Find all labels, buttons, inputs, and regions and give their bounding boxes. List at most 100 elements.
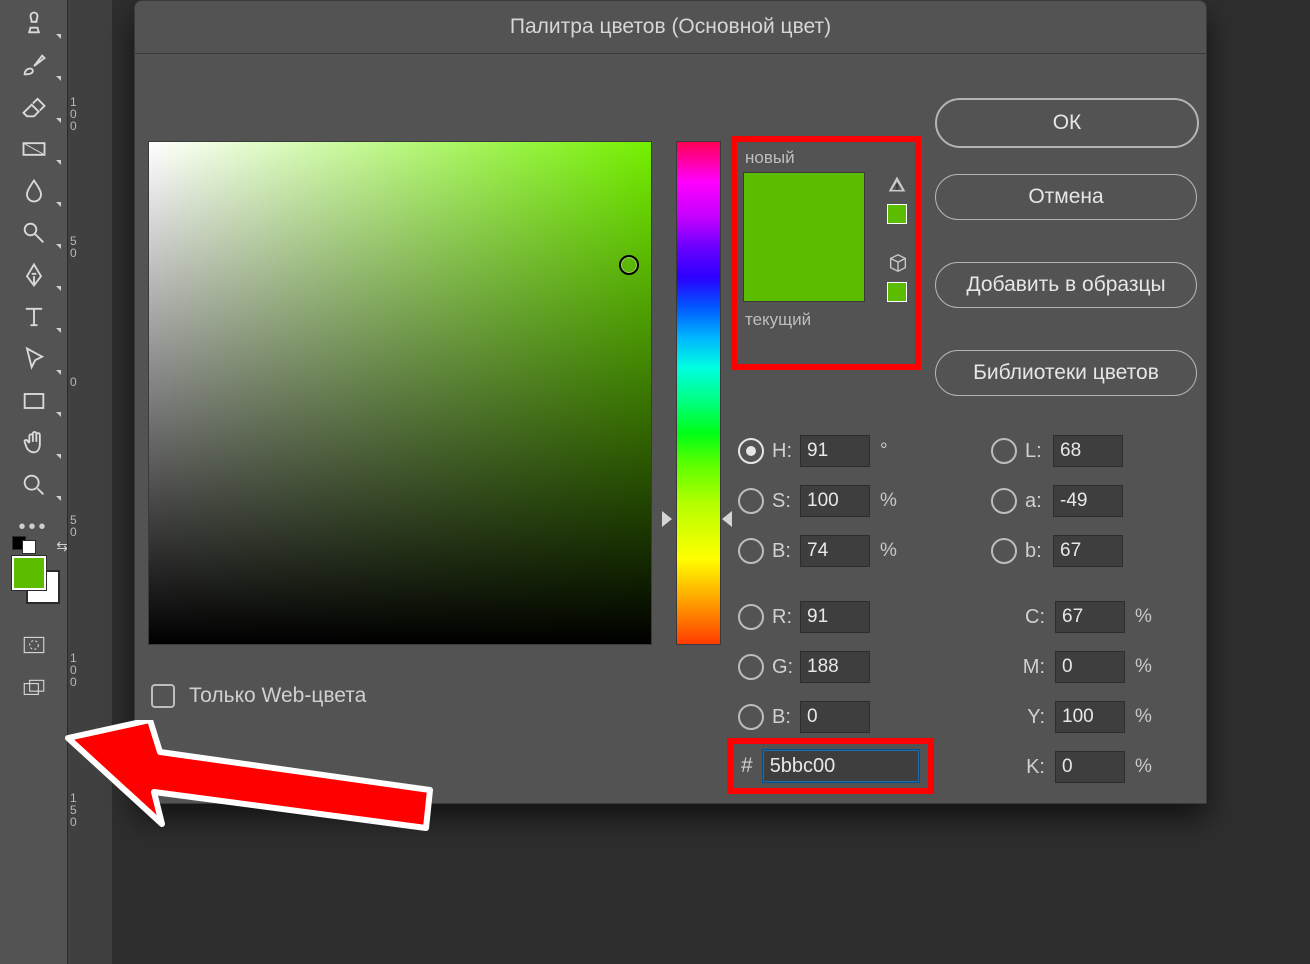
rectangle-icon	[20, 387, 48, 415]
brightness-row: B: %	[738, 534, 897, 568]
eraser-icon	[20, 93, 48, 121]
hue-label: H:	[772, 440, 800, 463]
green-label: G:	[772, 656, 800, 679]
drop-icon	[20, 177, 48, 205]
cyan-row: C:%	[1015, 600, 1152, 634]
a-label: a:	[1025, 490, 1053, 513]
blue-radio[interactable]	[738, 704, 764, 730]
green-radio[interactable]	[738, 654, 764, 680]
color-libraries-button[interactable]: Библиотеки цветов	[935, 350, 1197, 396]
green-row: G:	[738, 650, 870, 684]
saturation-radio[interactable]	[738, 488, 764, 514]
screenmode-tool[interactable]	[15, 670, 53, 708]
hand-icon	[20, 429, 48, 457]
quickmask-icon	[21, 632, 47, 658]
path-select-tool[interactable]	[15, 340, 53, 378]
type-icon	[20, 303, 48, 331]
eraser-tool[interactable]	[15, 88, 53, 126]
a-row: a:	[991, 484, 1123, 518]
color-swatches: ⇆	[12, 552, 56, 592]
dodge-tool[interactable]	[15, 214, 53, 252]
vertical-ruler: 100 50 0 50 100 150	[67, 0, 114, 964]
lollipop-icon	[20, 219, 48, 247]
l-label: L:	[1025, 440, 1053, 463]
red-row: R:	[738, 600, 870, 634]
lab-b-row: b:	[991, 534, 1123, 568]
screens-icon	[21, 676, 47, 702]
brightness-radio[interactable]	[738, 538, 764, 564]
hue-unit: °	[880, 440, 888, 462]
color-preview	[743, 172, 865, 302]
color-picker-dialog: Палитра цветов (Основной цвет) новый тек…	[134, 0, 1207, 804]
websafe-warning-icon[interactable]	[887, 252, 909, 274]
default-colors-icon[interactable]	[12, 536, 36, 554]
web-only-checkbox[interactable]	[151, 684, 175, 708]
saturation-value-field[interactable]	[148, 141, 652, 645]
hue-indicator-left	[662, 511, 672, 527]
blur-tool[interactable]	[15, 172, 53, 210]
green-field[interactable]	[800, 651, 870, 683]
red-radio[interactable]	[738, 604, 764, 630]
blue-row: B:	[738, 700, 870, 734]
l-row: L:	[991, 434, 1123, 468]
foreground-color[interactable]	[12, 556, 46, 590]
black-field[interactable]	[1055, 751, 1125, 783]
red-field[interactable]	[800, 601, 870, 633]
add-swatch-button[interactable]: Добавить в образцы	[935, 262, 1197, 308]
sv-picker-handle[interactable]	[619, 255, 639, 275]
gamut-safe-color[interactable]	[887, 204, 907, 224]
l-radio[interactable]	[991, 438, 1017, 464]
blue-field[interactable]	[800, 701, 870, 733]
hex-field[interactable]	[763, 750, 919, 782]
yellow-label: Y:	[1015, 706, 1045, 729]
color-preview-highlight: новый текущий	[731, 136, 921, 370]
tools-panel: ••• ⇆	[0, 0, 68, 964]
hand-tool[interactable]	[15, 424, 53, 462]
stamp-icon	[20, 9, 48, 37]
hex-highlight: #	[727, 738, 934, 794]
stamp-tool[interactable]	[15, 4, 53, 42]
preview-current-label: текущий	[745, 310, 811, 330]
cancel-button[interactable]: Отмена	[935, 174, 1197, 220]
brush-tool[interactable]	[15, 46, 53, 84]
rectangle-tool[interactable]	[15, 382, 53, 420]
hue-field[interactable]	[800, 435, 870, 467]
arrow-cursor-icon	[20, 345, 48, 373]
hue-slider[interactable]	[676, 141, 721, 645]
quickmask-tool[interactable]	[15, 626, 53, 664]
yellow-row: Y:%	[1015, 700, 1152, 734]
lab-b-radio[interactable]	[991, 538, 1017, 564]
dialog-title: Палитра цветов (Основной цвет)	[135, 1, 1206, 54]
hue-row: H: °	[738, 434, 888, 468]
web-only-label: Только Web-цвета	[189, 684, 366, 708]
hue-radio[interactable]	[738, 438, 764, 464]
magenta-field[interactable]	[1055, 651, 1125, 683]
cyan-label: C:	[1015, 606, 1045, 629]
lab-b-field[interactable]	[1053, 535, 1123, 567]
gradient-tool[interactable]	[15, 130, 53, 168]
gradient-icon	[20, 135, 48, 163]
zoom-tool[interactable]	[15, 466, 53, 504]
magnifier-icon	[20, 471, 48, 499]
cyan-field[interactable]	[1055, 601, 1125, 633]
ok-button[interactable]: ОК	[935, 98, 1199, 148]
new-color-preview[interactable]	[744, 173, 864, 237]
yellow-field[interactable]	[1055, 701, 1125, 733]
type-tool[interactable]	[15, 298, 53, 336]
pen-icon	[20, 261, 48, 289]
a-radio[interactable]	[991, 488, 1017, 514]
websafe-color[interactable]	[887, 282, 907, 302]
saturation-row: S: %	[738, 484, 897, 518]
hue-indicator-right	[722, 511, 732, 527]
l-field[interactable]	[1053, 435, 1123, 467]
gamut-warning-icon[interactable]	[887, 174, 907, 194]
preview-new-label: новый	[745, 148, 795, 168]
brightness-field[interactable]	[800, 535, 870, 567]
saturation-field[interactable]	[800, 485, 870, 517]
pen-tool[interactable]	[15, 256, 53, 294]
black-label: K:	[1015, 756, 1045, 779]
magenta-label: M:	[1015, 656, 1045, 679]
current-color-preview[interactable]	[744, 237, 864, 301]
magenta-row: M:%	[1015, 650, 1152, 684]
a-field[interactable]	[1053, 485, 1123, 517]
